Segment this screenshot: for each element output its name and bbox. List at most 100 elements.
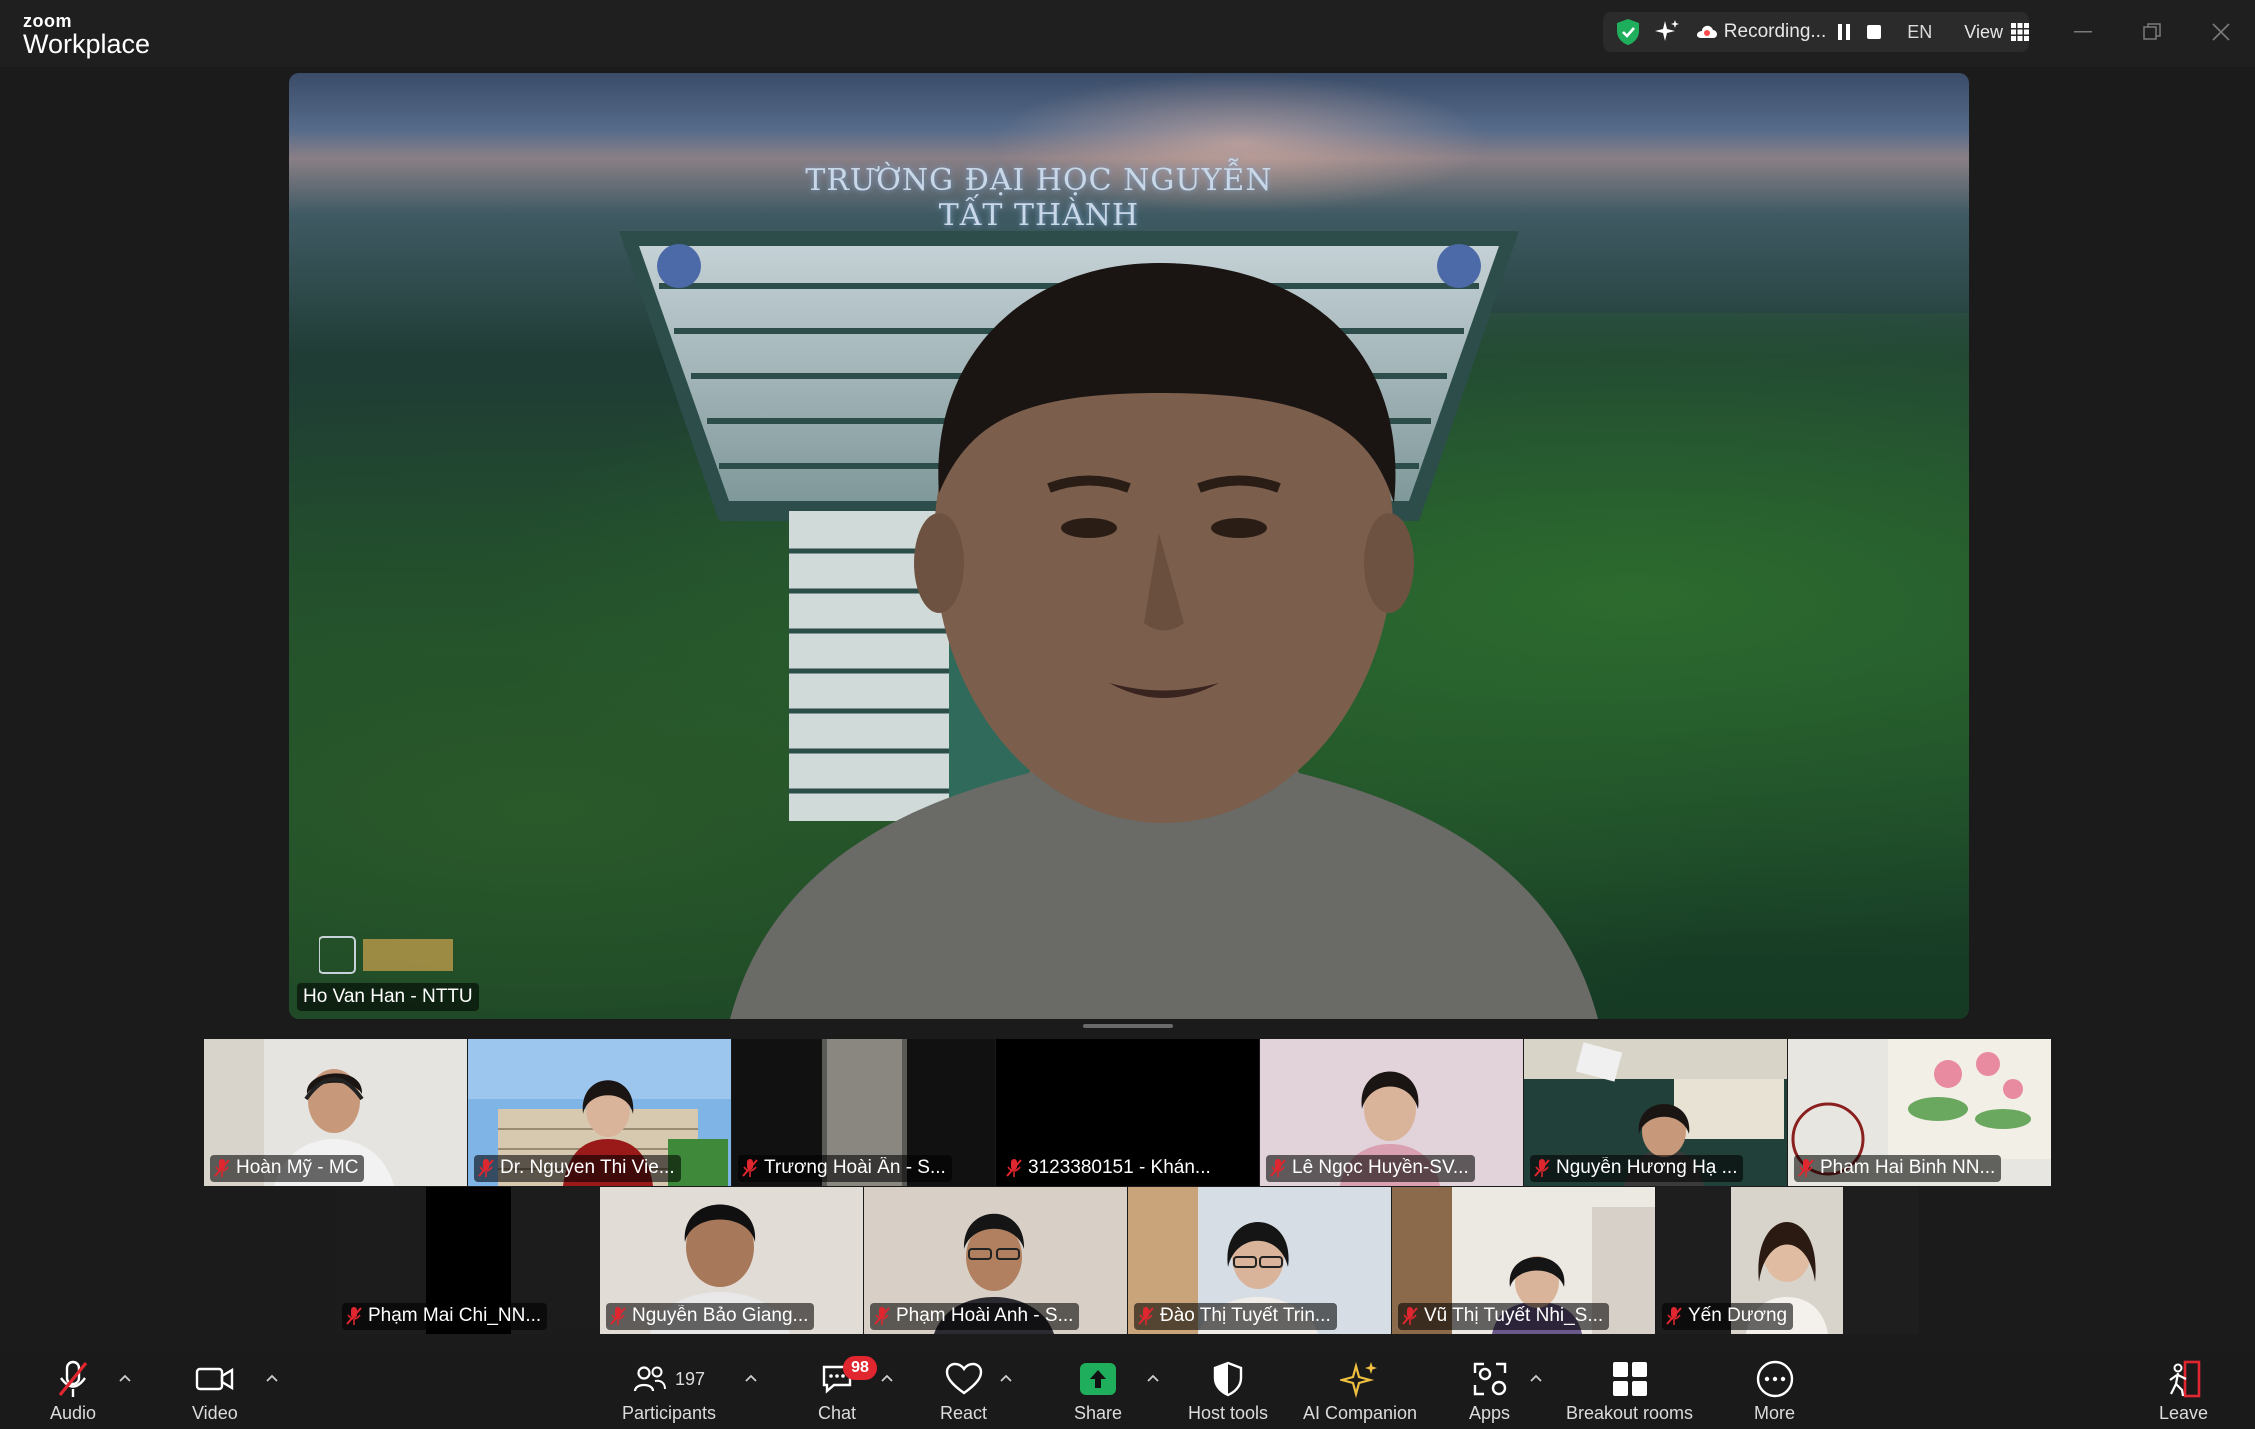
- participant-name-label: Nguyễn Bảo Giang...: [606, 1303, 815, 1330]
- ai-sparkle-icon: [1340, 1357, 1380, 1401]
- video-tile[interactable]: 3123380151 - Khán...: [996, 1039, 1259, 1186]
- participant-name-label: Phạm Mai Chi_NN...: [342, 1303, 548, 1330]
- audio-label: Audio: [50, 1403, 97, 1423]
- leave-label: Leave: [2159, 1403, 2209, 1423]
- apps-icon: [1472, 1357, 1508, 1401]
- apps-options-caret-icon[interactable]: [1528, 1370, 1544, 1386]
- chat-label: Chat: [818, 1403, 857, 1423]
- audio-options-caret-icon[interactable]: [117, 1370, 133, 1386]
- more-button[interactable]: More: [1754, 1357, 1795, 1424]
- university-logo-watermark: [319, 936, 453, 974]
- ai-companion-label: AI Companion: [1303, 1403, 1418, 1423]
- muted-mic-icon: [1798, 1159, 1814, 1177]
- restore-icon[interactable]: [2132, 14, 2172, 50]
- video-tile[interactable]: Trương Hoài Ân - S...: [732, 1039, 995, 1186]
- video-tile[interactable]: Hoàn Mỹ - MC: [204, 1039, 467, 1186]
- chat-options-caret-icon[interactable]: [879, 1370, 895, 1386]
- share-options-caret-icon[interactable]: [1145, 1370, 1161, 1386]
- host-tools-button[interactable]: Host tools: [1188, 1357, 1268, 1424]
- participant-name-label: Dr. Nguyen Thi Vie...: [474, 1155, 681, 1182]
- host-shield-icon: [1212, 1357, 1244, 1401]
- video-tile[interactable]: Pham Hai Binh NN...: [1788, 1039, 2051, 1186]
- participants-count: 197: [675, 1368, 706, 1389]
- participant-name-label: Yến Dương: [1662, 1303, 1794, 1330]
- video-tile[interactable]: Phạm Hoài Anh - S...: [864, 1187, 1127, 1334]
- leave-button[interactable]: Leave: [2159, 1357, 2208, 1424]
- video-button[interactable]: Video: [192, 1357, 238, 1424]
- video-tile[interactable]: Nguyễn Bảo Giang...: [600, 1187, 863, 1334]
- gallery-resize-handle[interactable]: [1083, 1024, 1173, 1028]
- view-button[interactable]: View: [1964, 22, 2029, 43]
- participant-name-label: Vũ Thị Tuyết Nhi_S...: [1398, 1303, 1610, 1330]
- ai-companion-button[interactable]: AI Companion: [1303, 1357, 1417, 1424]
- breakout-rooms-label: Breakout rooms: [1566, 1403, 1694, 1423]
- minimize-icon[interactable]: [2063, 14, 2103, 50]
- stop-recording-icon[interactable]: [1862, 20, 1886, 44]
- muted-mic-icon: [1006, 1159, 1022, 1177]
- muted-mic-icon: [478, 1159, 494, 1177]
- muted-mic-icon: [1138, 1307, 1154, 1325]
- meeting-status-bar: Recording... EN View: [1603, 12, 2029, 52]
- close-icon[interactable]: [2201, 14, 2241, 50]
- video-label: Video: [192, 1403, 238, 1423]
- pause-recording-icon[interactable]: [1832, 20, 1856, 44]
- apps-button[interactable]: Apps: [1469, 1357, 1510, 1424]
- react-options-caret-icon[interactable]: [998, 1370, 1014, 1386]
- zoom-logo: zoom Workplace: [23, 12, 150, 58]
- leave-door-icon: [2165, 1357, 2203, 1401]
- participants-button[interactable]: 197 Participants: [622, 1357, 716, 1424]
- grid-icon: [2010, 23, 2029, 41]
- sparkle-icon[interactable]: [1652, 17, 1681, 47]
- participants-options-caret-icon[interactable]: [743, 1370, 759, 1386]
- video-tile[interactable]: Vũ Thị Tuyết Nhi_S...: [1392, 1187, 1655, 1334]
- muted-mic-icon: [56, 1357, 90, 1401]
- share-button[interactable]: Share: [1074, 1357, 1122, 1424]
- language-indicator[interactable]: EN: [1907, 22, 1932, 43]
- video-tile[interactable]: Nguyễn Hương Hạ ...: [1524, 1039, 1787, 1186]
- view-label: View: [1964, 21, 2003, 42]
- video-tile[interactable]: Đào Thị Tuyết Trin...: [1128, 1187, 1391, 1334]
- people-icon: [633, 1366, 666, 1392]
- video-tile[interactable]: Yến Dương: [1656, 1187, 1919, 1334]
- participant-name-label: Trương Hoài Ân - S...: [738, 1155, 952, 1182]
- active-speaker-video[interactable]: TRƯỜNG ĐẠI HỌC NGUYỄN TẤT THÀNH Ho Van H…: [289, 73, 1969, 1019]
- recording-label: Recording...: [1723, 21, 1827, 42]
- participant-name-label: Đào Thị Tuyết Trin...: [1134, 1303, 1337, 1330]
- muted-mic-icon: [610, 1307, 626, 1325]
- muted-mic-icon: [874, 1307, 890, 1325]
- participant-name-label: Phạm Hoài Anh - S...: [870, 1303, 1080, 1330]
- shield-icon[interactable]: [1613, 17, 1642, 47]
- share-label: Share: [1074, 1403, 1123, 1423]
- apps-label: Apps: [1469, 1403, 1511, 1423]
- muted-mic-icon: [1534, 1159, 1550, 1177]
- muted-mic-icon: [1402, 1307, 1418, 1325]
- participants-icon-row: 197: [633, 1357, 705, 1401]
- video-tile[interactable]: Phạm Mai Chi_NN...: [336, 1187, 599, 1334]
- muted-mic-icon: [1666, 1307, 1682, 1325]
- breakout-grid-icon: [1612, 1357, 1648, 1401]
- react-button[interactable]: React: [940, 1357, 987, 1424]
- muted-mic-icon: [346, 1307, 362, 1325]
- meeting-toolbar: [0, 1345, 2255, 1429]
- cloud-record-icon: [1696, 25, 1717, 38]
- video-tile[interactable]: Lê Ngọc Huyền-SV...: [1260, 1039, 1523, 1186]
- participant-name-label: Hoàn Mỹ - MC: [210, 1155, 365, 1182]
- muted-mic-icon: [214, 1159, 230, 1177]
- logo-product-text: Workplace: [23, 29, 151, 59]
- share-screen-icon: [1079, 1357, 1117, 1401]
- logo-small-text: zoom: [23, 11, 72, 31]
- muted-mic-icon: [1270, 1159, 1286, 1177]
- breakout-rooms-button[interactable]: Breakout rooms: [1566, 1357, 1693, 1424]
- audio-button[interactable]: Audio: [50, 1357, 96, 1424]
- chat-unread-badge: 98: [843, 1356, 877, 1380]
- react-label: React: [940, 1403, 988, 1423]
- recording-indicator[interactable]: Recording...: [1696, 21, 1826, 43]
- participant-name-label: Lê Ngọc Huyền-SV...: [1266, 1155, 1475, 1182]
- video-camera-icon: [195, 1357, 235, 1401]
- muted-mic-icon: [742, 1159, 758, 1177]
- background-sign-text: TRƯỜNG ĐẠI HỌC NGUYỄN TẤT THÀNH: [805, 163, 1273, 233]
- host-tools-label: Host tools: [1188, 1403, 1269, 1423]
- video-options-caret-icon[interactable]: [264, 1370, 280, 1386]
- more-dots-icon: [1756, 1357, 1794, 1401]
- video-tile[interactable]: Dr. Nguyen Thi Vie...: [468, 1039, 731, 1186]
